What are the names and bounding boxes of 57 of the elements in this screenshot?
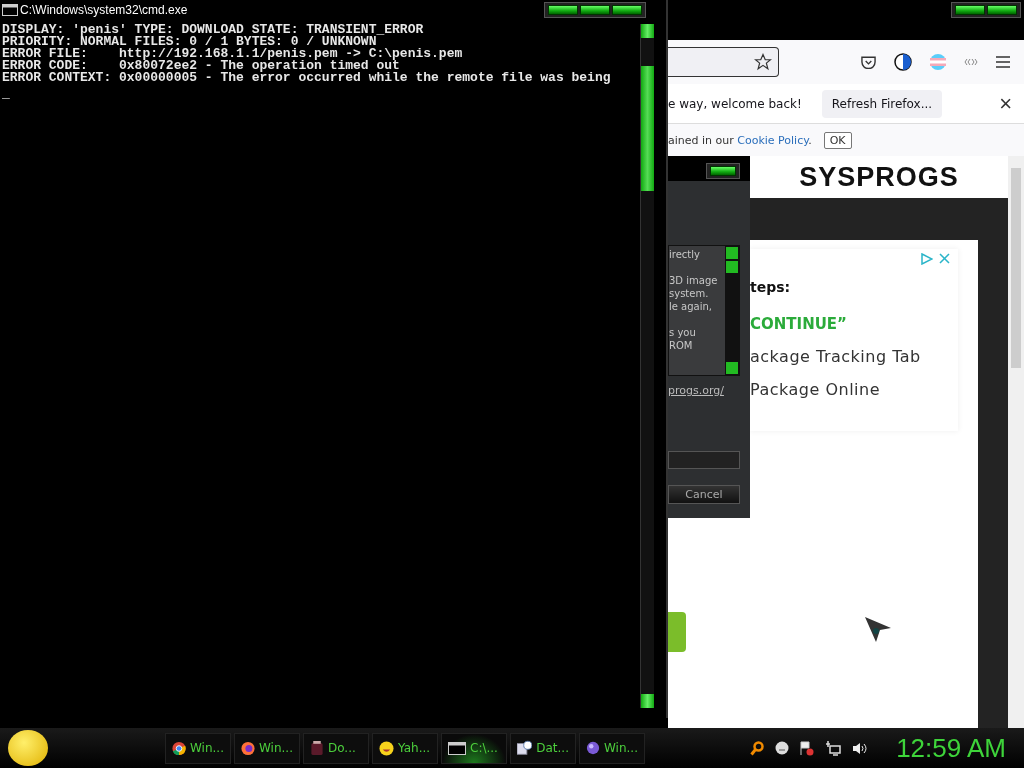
contrast-icon[interactable] xyxy=(894,53,912,71)
taskbar-button[interactable]: Win... xyxy=(234,732,300,764)
cancel-button[interactable]: Cancel xyxy=(668,485,740,504)
text-cursor: _ xyxy=(2,88,11,100)
ok-button[interactable]: OK xyxy=(823,131,852,149)
window-controls[interactable] xyxy=(544,2,646,18)
gem-icon xyxy=(586,740,600,756)
scrollbar[interactable] xyxy=(1008,156,1024,728)
address-field[interactable] xyxy=(668,47,779,77)
smiley-icon xyxy=(379,740,394,756)
network-icon[interactable] xyxy=(825,740,842,756)
start-button[interactable] xyxy=(8,730,48,766)
star-icon[interactable] xyxy=(754,53,772,71)
notification-message: e way, welcome back! xyxy=(668,96,802,111)
face-icon[interactable] xyxy=(775,741,790,755)
flag-icon[interactable] xyxy=(800,740,815,756)
taskbar-button[interactable]: Win... xyxy=(579,732,645,764)
console-line: DISPLAY: 'penis' TYPE: DOWNLOAD STATE: TRANSIENT_ERROR xyxy=(2,24,425,36)
window-controls[interactable] xyxy=(706,162,740,179)
ad-text: Package Online xyxy=(750,380,881,399)
taskbar-button[interactable]: Dat... xyxy=(510,732,576,764)
website-link[interactable]: progs.org/ xyxy=(668,384,740,397)
terminal-icon xyxy=(448,741,466,755)
jar-icon xyxy=(310,740,324,756)
refresh-button[interactable]: Refresh Firefox... xyxy=(821,89,943,118)
console-line: ERROR FILE: http://192.168.1.1/penis.pem -> C:\penis.pem xyxy=(2,48,464,60)
window-title: C:\Windows\system32\cmd.exe xyxy=(20,3,188,17)
console-line: ERROR CODE: 0x80072ee2 - The operation timed out xyxy=(2,60,400,72)
calendar-clock-icon xyxy=(517,740,533,756)
console-line: PRIORITY: NORMAL FILES: 0 / 1 BYTES: 0 / UNKNOWN xyxy=(2,36,377,48)
extension-icon[interactable] xyxy=(964,58,978,66)
ad-heading: teps: xyxy=(750,279,792,295)
scrollbar[interactable] xyxy=(640,24,654,708)
scrollbar[interactable] xyxy=(725,246,739,375)
console-line: ERROR CONTEXT: 0x00000005 - The error occurred while the remote file was being xyxy=(2,72,612,84)
speaker-icon[interactable] xyxy=(852,741,868,755)
pocket-icon[interactable] xyxy=(861,55,876,69)
clock[interactable]: 12:59 AM xyxy=(896,732,1006,764)
description-text: s you ROM xyxy=(669,326,697,352)
taskbar-button[interactable]: Yah... xyxy=(372,732,438,764)
ad-text: ackage Tracking Tab xyxy=(750,347,922,366)
description-text: irectly xyxy=(669,248,701,261)
window-controls[interactable] xyxy=(951,2,1021,18)
input-field[interactable] xyxy=(668,451,740,469)
taskbar-button[interactable]: Win... xyxy=(165,732,231,764)
taskbar-button[interactable]: Do... xyxy=(303,732,369,764)
description-text: 3D image system. le again, xyxy=(669,274,719,313)
pointer-cursor-icon xyxy=(864,616,892,644)
cookie-notice: ained in our Cookie Policy. xyxy=(668,133,812,147)
menu-icon[interactable] xyxy=(996,56,1010,68)
fox-icon xyxy=(241,740,255,756)
site-logo[interactable]: SYSPROGS xyxy=(799,161,959,193)
search-icon[interactable] xyxy=(750,740,765,756)
chrome-icon xyxy=(172,740,186,756)
ad-call-to-action: CONTINUE” xyxy=(750,315,848,333)
close-button[interactable]: × xyxy=(999,92,1012,115)
taskbar-button[interactable]: C:\... xyxy=(441,732,507,764)
